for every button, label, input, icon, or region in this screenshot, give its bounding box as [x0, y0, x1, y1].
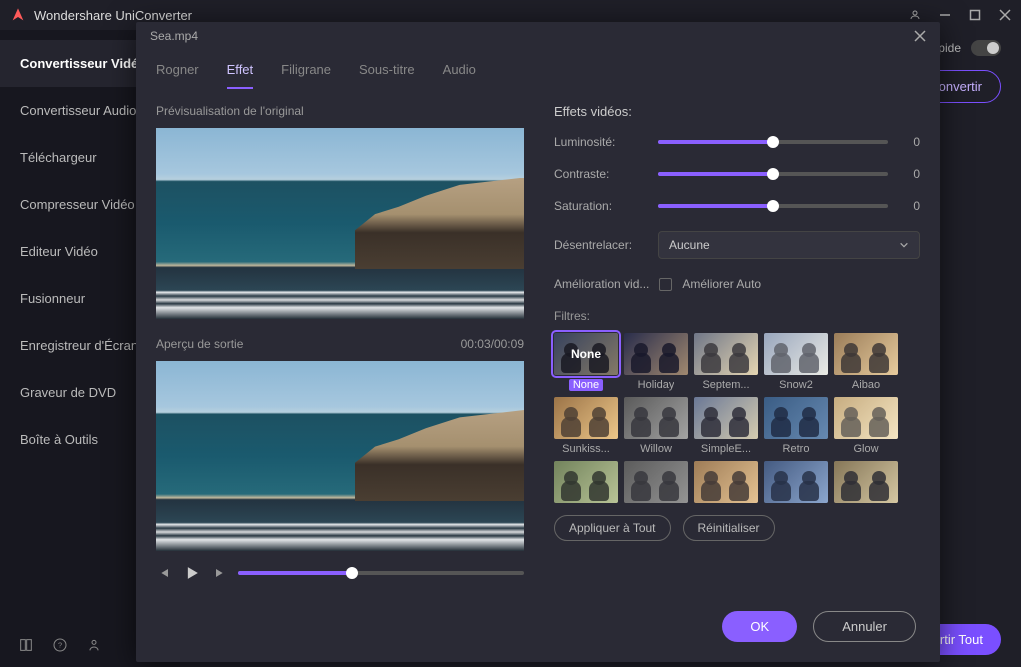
- filter-name: Willow: [640, 443, 672, 455]
- preview-time: 00:03/00:09: [461, 337, 524, 351]
- saturation-value: 0: [900, 199, 920, 213]
- book-icon[interactable]: [18, 637, 34, 653]
- filter-thumb-willow[interactable]: [624, 397, 688, 439]
- person-icon[interactable]: [86, 637, 102, 653]
- filters-label: Filtres:: [554, 309, 920, 323]
- brightness-slider[interactable]: [658, 140, 888, 144]
- filter-cell: None None: [554, 333, 618, 391]
- filter-cell: SimpleE...: [694, 397, 758, 455]
- filter-thumb-14[interactable]: [834, 461, 898, 503]
- filter-name: Glow: [853, 443, 878, 455]
- modal-close-icon[interactable]: [914, 30, 926, 42]
- output-preview-label: Aperçu de sortie: [156, 337, 243, 351]
- deinterlace-label: Désentrelacer:: [554, 238, 646, 252]
- tab-soustitre[interactable]: Sous-titre: [359, 56, 415, 89]
- seekbar[interactable]: [238, 571, 524, 575]
- filter-cell: Glow: [834, 397, 898, 455]
- app-logo: [10, 7, 26, 23]
- filter-cell: [694, 461, 758, 503]
- cancel-button[interactable]: Annuler: [813, 611, 916, 642]
- enhance-auto-checkbox[interactable]: [659, 278, 672, 291]
- tab-rogner[interactable]: Rogner: [156, 56, 199, 89]
- filter-name: Retro: [783, 443, 810, 455]
- contrast-label: Contraste:: [554, 167, 646, 181]
- enhance-label: Amélioration vid...: [554, 277, 649, 291]
- filter-thumb-septem[interactable]: [694, 333, 758, 375]
- filter-cell: Holiday: [624, 333, 688, 391]
- filter-thumb-retro[interactable]: [764, 397, 828, 439]
- filter-cell: [624, 461, 688, 503]
- filter-thumb-sunkiss[interactable]: [554, 397, 618, 439]
- filter-cell: Retro: [764, 397, 828, 455]
- filter-cell: Willow: [624, 397, 688, 455]
- filter-thumb-simplee[interactable]: [694, 397, 758, 439]
- filter-name: None: [569, 379, 603, 391]
- deinterlace-value: Aucune: [669, 238, 710, 252]
- brightness-label: Luminosité:: [554, 135, 646, 149]
- contrast-slider[interactable]: [658, 172, 888, 176]
- maximize-icon[interactable]: [969, 9, 981, 21]
- close-icon[interactable]: [999, 9, 1011, 21]
- filter-thumb-aibao[interactable]: [834, 333, 898, 375]
- filter-name: Septem...: [702, 379, 749, 391]
- tab-effet[interactable]: Effet: [227, 56, 254, 89]
- deinterlace-select[interactable]: Aucune: [658, 231, 920, 259]
- modal-tabs: Rogner Effet Filigrane Sous-titre Audio: [136, 50, 940, 90]
- chevron-down-icon: [899, 240, 909, 250]
- filter-cell: Sunkiss...: [554, 397, 618, 455]
- filter-cell: [834, 461, 898, 503]
- filter-thumb-none[interactable]: None: [554, 333, 618, 375]
- original-preview: [156, 128, 524, 319]
- filter-none-overlay: None: [554, 333, 618, 375]
- effect-modal: Sea.mp4 Rogner Effet Filigrane Sous-titr…: [136, 22, 940, 662]
- filter-thumb-holiday[interactable]: [624, 333, 688, 375]
- modal-filename: Sea.mp4: [150, 29, 198, 43]
- filter-cell: [764, 461, 828, 503]
- apply-all-button[interactable]: Appliquer à Tout: [554, 515, 671, 541]
- filter-thumb-10[interactable]: [554, 461, 618, 503]
- filter-name: Snow2: [779, 379, 813, 391]
- filter-name: SimpleE...: [701, 443, 751, 455]
- brightness-value: 0: [900, 135, 920, 149]
- filter-cell: Aibao: [834, 333, 898, 391]
- ok-button[interactable]: OK: [722, 611, 797, 642]
- filter-thumb-snow2[interactable]: [764, 333, 828, 375]
- effects-title: Effets vidéos:: [554, 104, 920, 119]
- app-title: Wondershare UniConverter: [34, 8, 192, 23]
- minimize-icon[interactable]: [939, 9, 951, 21]
- filter-cell: Snow2: [764, 333, 828, 391]
- filter-cell: [554, 461, 618, 503]
- prev-frame-icon[interactable]: [156, 565, 172, 581]
- original-preview-label: Prévisualisation de l'original: [156, 104, 524, 118]
- output-preview: [156, 361, 524, 552]
- saturation-label: Saturation:: [554, 199, 646, 213]
- svg-text:?: ?: [58, 641, 62, 650]
- saturation-slider[interactable]: [658, 204, 888, 208]
- filter-name: Sunkiss...: [562, 443, 610, 455]
- reset-button[interactable]: Réinitialiser: [683, 515, 775, 541]
- filter-name: Aibao: [852, 379, 880, 391]
- filters-grid: None None Holiday Septem... Snow2 Aibao Sunkis…: [554, 333, 906, 503]
- user-icon[interactable]: [909, 9, 921, 21]
- fast-mode-toggle[interactable]: [971, 40, 1001, 56]
- filter-cell: Septem...: [694, 333, 758, 391]
- filter-thumb-11[interactable]: [624, 461, 688, 503]
- contrast-value: 0: [900, 167, 920, 181]
- tab-audio[interactable]: Audio: [443, 56, 476, 89]
- filter-thumb-12[interactable]: [694, 461, 758, 503]
- help-icon[interactable]: ?: [52, 637, 68, 653]
- filter-name: Holiday: [638, 379, 675, 391]
- next-frame-icon[interactable]: [212, 565, 228, 581]
- filter-thumb-13[interactable]: [764, 461, 828, 503]
- filter-thumb-glow[interactable]: [834, 397, 898, 439]
- play-icon[interactable]: [182, 563, 202, 583]
- enhance-auto-label: Améliorer Auto: [682, 277, 761, 291]
- tab-filigrane[interactable]: Filigrane: [281, 56, 331, 89]
